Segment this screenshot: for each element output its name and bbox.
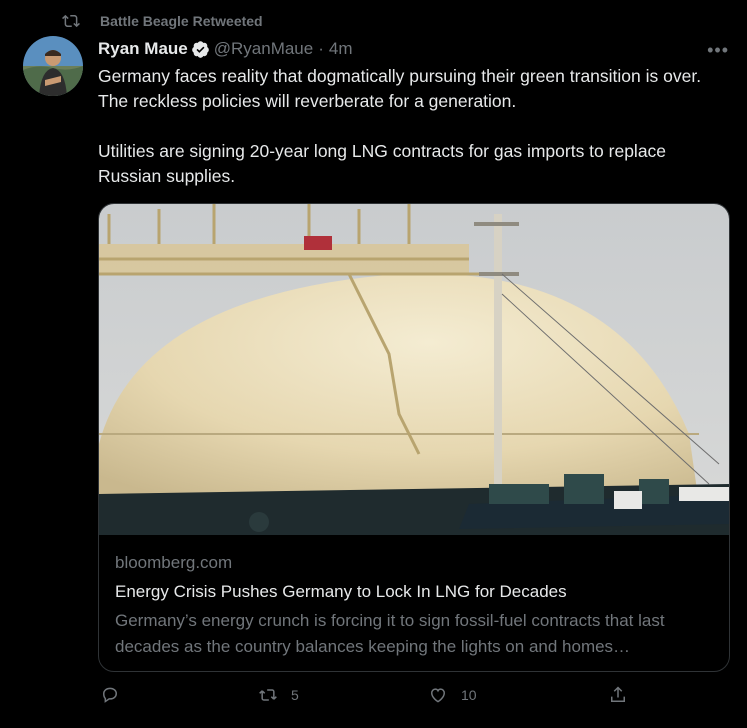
- heart-icon: [430, 688, 446, 703]
- tweet-header: Ryan Maue @RyanMaue · 4m: [98, 38, 353, 60]
- author-handle[interactable]: @RyanMaue: [214, 39, 313, 59]
- card-description: Germany’s energy crunch is forcing it to…: [115, 611, 665, 656]
- retweet-count: 5: [291, 687, 299, 703]
- card-domain: bloomberg.com: [115, 553, 233, 572]
- tweet[interactable]: Battle Beagle Retweeted Ryan Maue @RyanM…: [0, 0, 747, 728]
- retweet-button[interactable]: 5: [258, 685, 299, 705]
- card-title[interactable]: Energy Crisis Pushes Germany to Lock In …: [115, 582, 713, 604]
- author-name[interactable]: Ryan Maue: [98, 39, 188, 59]
- card-image[interactable]: [99, 204, 729, 535]
- avatar[interactable]: [23, 36, 83, 96]
- timestamp[interactable]: 4m: [329, 39, 353, 59]
- tweet-text: Germany faces reality that dogmatically …: [98, 66, 702, 186]
- share-icon: [611, 686, 625, 702]
- link-card[interactable]: bloomberg.com Energy Crisis Pushes Germa…: [98, 203, 730, 672]
- retweet-icon: [62, 14, 80, 28]
- verified-icon: [191, 40, 209, 58]
- card-meta: bloomberg.com Energy Crisis Pushes Germa…: [115, 553, 713, 660]
- retweet-context: Battle Beagle Retweeted: [62, 11, 263, 31]
- retweet-label[interactable]: Battle Beagle Retweeted: [100, 13, 263, 29]
- like-button[interactable]: 10: [428, 685, 477, 705]
- retweet-icon: [259, 689, 277, 701]
- more-options-icon[interactable]: •••: [707, 40, 729, 61]
- share-button[interactable]: [608, 685, 628, 705]
- separator: ·: [318, 39, 324, 58]
- like-count: 10: [461, 687, 477, 703]
- tweet-actions: 5 10: [98, 685, 728, 715]
- reply-button[interactable]: [100, 685, 133, 705]
- reply-icon: [102, 687, 118, 703]
